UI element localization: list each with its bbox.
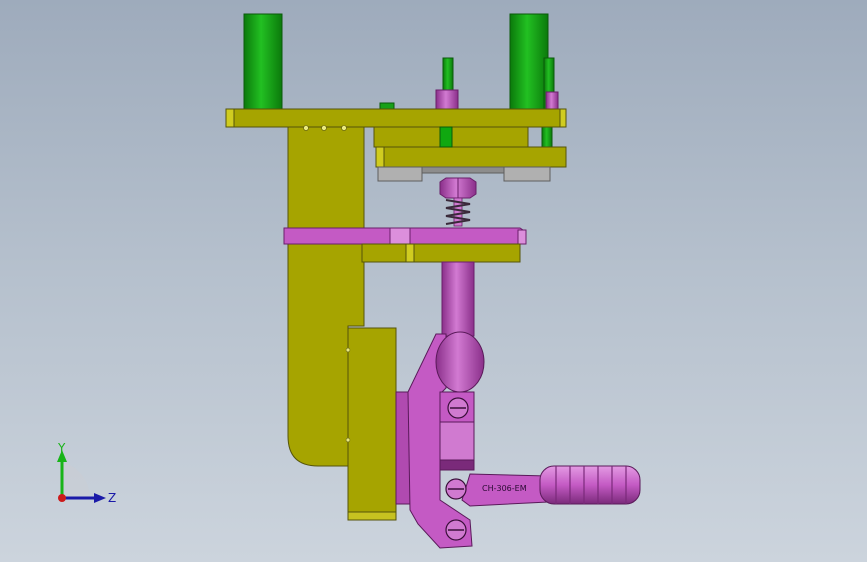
top-plate-edge-right	[559, 108, 567, 128]
part-marking: CH-306-EM	[482, 484, 527, 493]
coordinate-triad: Y Z	[57, 441, 116, 505]
clamp-arm-tip	[517, 229, 527, 245]
mounting-block[interactable]	[347, 327, 397, 521]
support-plate-slot	[405, 243, 415, 263]
cad-model[interactable]: CH-306-EM	[0, 0, 867, 562]
hex-bolt-spring[interactable]	[439, 177, 477, 227]
locating-pin-center[interactable]	[435, 89, 459, 111]
origin-icon	[58, 494, 66, 502]
sub-plate-edge	[375, 146, 385, 168]
pad-gap	[421, 166, 505, 174]
block-hole	[345, 347, 351, 353]
clamp-arm-block	[389, 227, 411, 245]
top-plate[interactable]	[225, 108, 567, 128]
pad-right[interactable]	[503, 166, 551, 182]
locating-pin-right[interactable]	[545, 91, 559, 111]
bracket-hole	[321, 125, 327, 131]
pin-through-plate	[439, 126, 453, 148]
sub-plate-lower[interactable]	[375, 146, 567, 168]
screw-head[interactable]	[379, 102, 395, 110]
y-axis-label: Y	[57, 441, 66, 455]
guide-rod-right[interactable]	[509, 13, 549, 111]
support-plate[interactable]	[361, 243, 521, 263]
block-hole	[345, 437, 351, 443]
guide-rod-left[interactable]	[243, 13, 283, 111]
cad-viewport[interactable]: CH-306-EM Y Z	[0, 0, 867, 562]
toggle-clamp[interactable]: CH-306-EM	[395, 331, 641, 549]
guide-pin-lower[interactable]	[541, 125, 553, 149]
clamp-link-shadow	[439, 459, 475, 471]
plunger-rod[interactable]	[441, 261, 475, 337]
bracket-hole	[341, 125, 347, 131]
pad-left[interactable]	[377, 166, 423, 182]
z-arrow-icon	[94, 493, 106, 503]
clamp-spindle-nut	[435, 331, 485, 393]
handle-grip[interactable]	[539, 465, 641, 505]
mounting-block-base	[347, 511, 397, 521]
top-plate-edge	[225, 108, 235, 128]
z-axis-label: Z	[108, 491, 116, 505]
triad-plane-icon	[62, 462, 90, 498]
bracket-hole	[303, 125, 309, 131]
